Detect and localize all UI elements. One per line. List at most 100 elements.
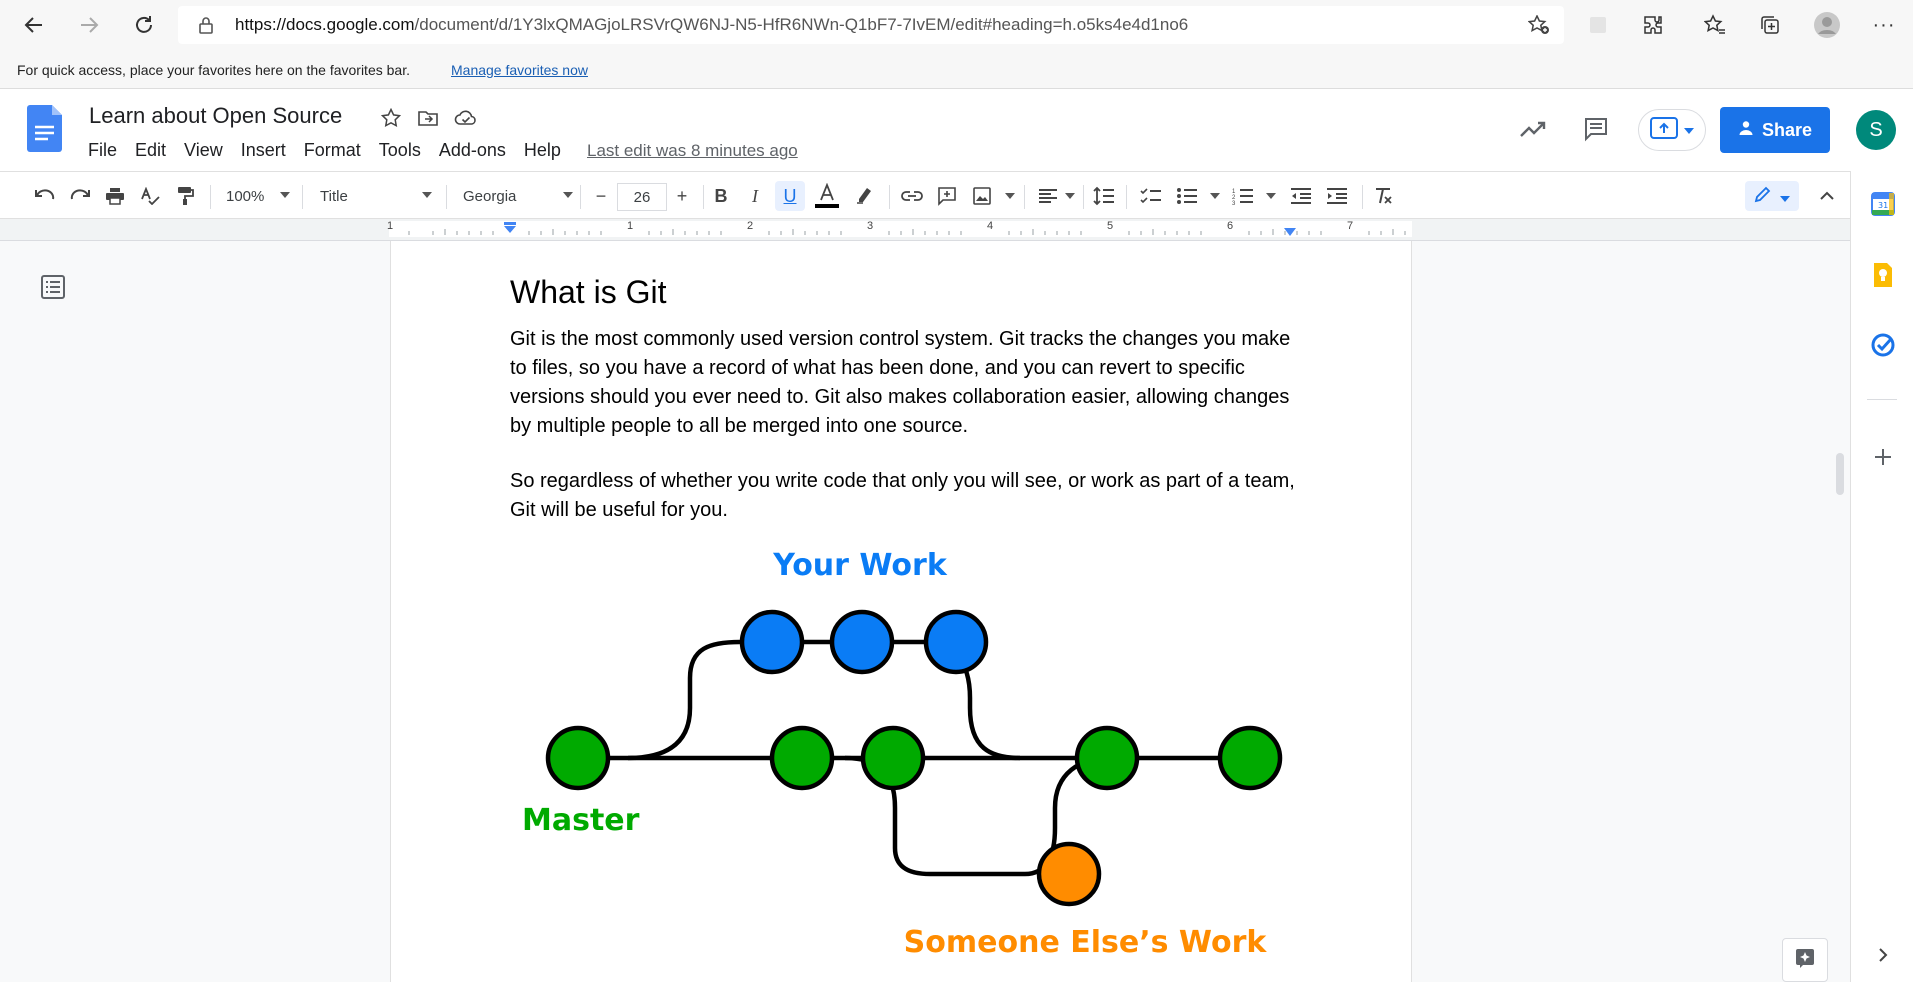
ruler-number: 4 <box>987 220 994 232</box>
ruler-number: 7 <box>1347 220 1354 232</box>
favorites-hint: For quick access, place your favorites h… <box>17 62 410 78</box>
url-field[interactable]: https://docs.google.com/document/d/1Y3lx… <box>178 6 1564 44</box>
forward-icon[interactable] <box>73 9 105 41</box>
document-outline-icon[interactable] <box>40 274 66 300</box>
comments-icon[interactable] <box>1576 109 1616 149</box>
side-panel: 31 <box>1850 171 1913 982</box>
menu-view[interactable]: View <box>184 140 223 161</box>
underline-icon[interactable]: U <box>775 181 805 211</box>
paragraph[interactable]: So regardless of whether you write code … <box>510 467 1300 525</box>
docs-logo-icon[interactable] <box>27 105 62 152</box>
checklist-icon[interactable] <box>1136 181 1166 211</box>
line-spacing-icon[interactable] <box>1089 181 1119 211</box>
share-button[interactable]: Share <box>1720 107 1830 153</box>
document-title[interactable]: Learn about Open Source <box>89 103 342 129</box>
keep-icon[interactable] <box>1869 261 1897 289</box>
increase-indent-icon[interactable] <box>1322 181 1352 211</box>
docs-header: Learn about Open Source File Edit View I… <box>0 89 1913 171</box>
chevron-down-icon[interactable] <box>1055 181 1085 211</box>
paragraph[interactable]: Git is the most commonly used version co… <box>510 325 1300 441</box>
chevron-right-icon[interactable] <box>1869 941 1897 969</box>
move-icon[interactable] <box>414 104 442 132</box>
chevron-down-icon <box>280 192 290 198</box>
left-indent-marker-icon[interactable] <box>503 221 517 239</box>
calendar-icon[interactable]: 31 <box>1869 190 1897 218</box>
spellcheck-icon[interactable] <box>135 181 165 211</box>
font-size-field[interactable]: 26 <box>617 183 667 211</box>
print-icon[interactable] <box>100 181 130 211</box>
extensions-icon[interactable] <box>1637 9 1669 41</box>
chevron-down-icon[interactable] <box>1256 181 1286 211</box>
profile-icon[interactable] <box>1811 9 1843 41</box>
text-color-icon[interactable] <box>812 181 842 211</box>
ruler-number: 5 <box>1107 220 1114 232</box>
style-select[interactable]: Title <box>320 183 432 209</box>
undo-icon[interactable] <box>30 181 60 211</box>
account-avatar[interactable]: S <box>1856 110 1896 150</box>
scrollbar-thumb[interactable] <box>1836 453 1844 495</box>
chevron-down-icon[interactable] <box>1200 181 1230 211</box>
someone-else-label: Someone Else’s Work <box>904 925 1268 960</box>
increase-font-size-button[interactable]: + <box>667 181 697 211</box>
last-edit-link[interactable]: Last edit was 8 minutes ago <box>587 141 798 161</box>
svg-text:3: 3 <box>1232 201 1236 205</box>
menu-addons[interactable]: Add-ons <box>439 140 506 161</box>
decrease-indent-icon[interactable] <box>1286 181 1316 211</box>
chevron-down-icon <box>1780 186 1790 207</box>
explore-icon <box>1794 947 1816 974</box>
chevron-up-icon[interactable] <box>1812 181 1842 211</box>
clear-formatting-icon[interactable] <box>1368 181 1398 211</box>
commit-node <box>860 725 926 791</box>
zoom-select[interactable]: 100% <box>226 183 290 209</box>
git-branch-diagram[interactable]: Your Work Master Someone Else’s Work <box>510 548 1300 968</box>
bold-icon[interactable]: B <box>706 181 736 211</box>
share-label: Share <box>1761 119 1813 140</box>
decrease-font-size-button[interactable]: − <box>586 181 616 211</box>
italic-icon[interactable]: I <box>740 181 770 211</box>
more-icon[interactable]: ··· <box>1868 9 1900 41</box>
redo-icon[interactable] <box>65 181 95 211</box>
insert-link-icon[interactable] <box>897 181 927 211</box>
activity-dashboard-icon[interactable] <box>1513 109 1553 149</box>
bulleted-list-icon[interactable] <box>1172 181 1202 211</box>
tasks-icon[interactable] <box>1869 331 1897 359</box>
collections-icon[interactable] <box>1754 9 1786 41</box>
add-icon[interactable] <box>1869 443 1897 471</box>
chevron-down-icon[interactable] <box>995 181 1025 211</box>
menu-help[interactable]: Help <box>524 140 561 161</box>
highlight-color-icon[interactable] <box>849 181 879 211</box>
menu-format[interactable]: Format <box>304 140 361 161</box>
numbered-list-icon[interactable]: 123 <box>1228 181 1258 211</box>
explore-button[interactable] <box>1782 938 1828 982</box>
editing-mode-button[interactable] <box>1745 181 1799 211</box>
commit-node <box>1217 725 1283 791</box>
font-select[interactable]: Georgia <box>463 183 573 209</box>
right-indent-marker-icon[interactable] <box>1283 224 1297 242</box>
menu-edit[interactable]: Edit <box>135 140 166 161</box>
lock-icon <box>198 16 214 39</box>
extension-placeholder-icon[interactable] <box>1582 9 1614 41</box>
commit-node <box>545 725 611 791</box>
zoom-value: 100% <box>226 187 265 205</box>
refresh-icon[interactable] <box>128 9 160 41</box>
back-icon[interactable] <box>18 9 50 41</box>
ruler-number: 6 <box>1227 220 1234 232</box>
favorites-bar: For quick access, place your favorites h… <box>0 50 1913 89</box>
ruler[interactable]: 1 1 2 3 4 5 6 7 <box>0 219 1850 241</box>
favorites-icon[interactable] <box>1699 9 1731 41</box>
insert-image-icon[interactable] <box>967 181 997 211</box>
document-heading[interactable]: What is Git <box>510 274 666 311</box>
paint-format-icon[interactable] <box>170 181 200 211</box>
menu-insert[interactable]: Insert <box>241 140 286 161</box>
add-favorite-icon[interactable] <box>1527 14 1550 40</box>
url-text: https://docs.google.com/document/d/1Y3lx… <box>235 15 1189 34</box>
cloud-saved-icon[interactable] <box>452 104 480 132</box>
manage-favorites-link[interactable]: Manage favorites now <box>451 62 588 78</box>
menu-tools[interactable]: Tools <box>379 140 421 161</box>
menu-file[interactable]: File <box>88 140 117 161</box>
present-button[interactable] <box>1638 109 1706 151</box>
pencil-icon <box>1754 185 1772 208</box>
star-icon[interactable] <box>377 104 405 132</box>
insert-comment-icon[interactable] <box>932 181 962 211</box>
svg-text:31: 31 <box>1878 201 1888 210</box>
